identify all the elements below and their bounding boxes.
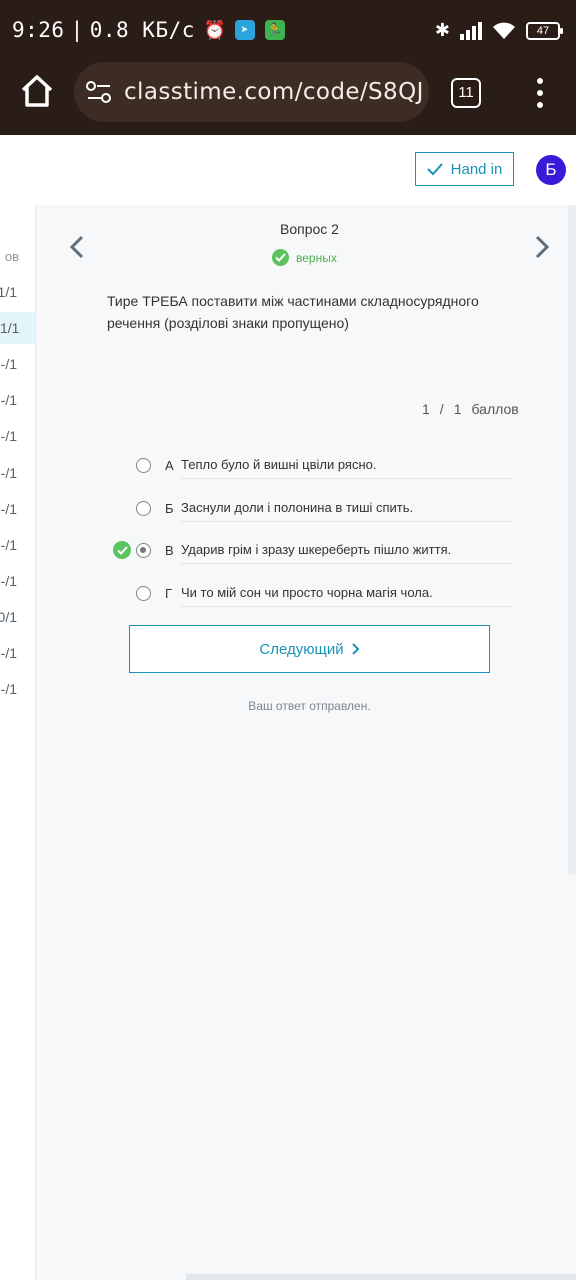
hand-in-label: Hand in (450, 160, 503, 178)
radio-button[interactable] (136, 500, 151, 516)
status-bar: 9:26 | 0.8 КБ/с ⏰ ➤ 🏃 ✱ 47 (0, 0, 576, 62)
sidebar-score-item[interactable]: 0/1 (0, 609, 17, 625)
sidebar-score-item[interactable]: -/1 (0, 428, 17, 444)
option-letter: А (165, 457, 174, 473)
telegram-icon: ➤ (234, 20, 255, 40)
points-label: баллов (471, 401, 519, 417)
sidebar-score-item[interactable]: -/1 (0, 681, 17, 697)
address-bar[interactable]: classtime.com/code/S8QJZ8/ (74, 62, 429, 122)
sidebar-score-item[interactable]: -/1 (0, 392, 17, 408)
fitness-icon: 🏃 (264, 20, 285, 40)
signal-icon (460, 21, 482, 40)
option-letter: Б (165, 500, 174, 516)
question-sidebar: ов 1/1 1/1 -/1 -/1 -/1 -/1 -/1 -/1 -/1 0… (0, 205, 36, 1280)
option-text: Заснули доли і полонина в тиші спить. (181, 494, 512, 522)
sidebar-score-item[interactable]: 1/1 (0, 284, 17, 300)
url-text[interactable]: classtime.com/code/S8QJZ8/ (124, 79, 424, 105)
answer-option[interactable]: А Тепло було й вишні цвіли рясно. (136, 450, 512, 480)
checkmark-icon (426, 163, 443, 176)
browser-chrome: 9:26 | 0.8 КБ/с ⏰ ➤ 🏃 ✱ 47 classtime.com… (0, 0, 576, 135)
bluetooth-icon: ✱ (434, 20, 450, 40)
option-text: Ударив грім і зразу шкереберть пішло жит… (181, 536, 512, 564)
sidebar-score-item-active[interactable]: 1/1 (0, 312, 35, 344)
answer-option[interactable]: Г Чи то мій сон чи просто чорна магія чо… (136, 578, 512, 608)
status-time: 9:26 (12, 18, 65, 42)
vertical-scrollbar[interactable] (568, 205, 576, 875)
answer-option-selected[interactable]: В Ударив грім і зразу шкереберть пішло ж… (136, 535, 512, 565)
question-status: верных (272, 249, 337, 266)
option-letter: Г (165, 585, 173, 601)
sidebar-heading: ов (4, 249, 19, 264)
question-text: Тире ТРЕБА поставити між частинами склад… (107, 293, 479, 331)
site-settings-icon[interactable] (86, 80, 112, 104)
sidebar-score-item[interactable]: -/1 (0, 537, 17, 553)
home-icon[interactable] (18, 72, 56, 110)
answer-option[interactable]: Б Заснули доли і полонина в тиші спить. (136, 493, 512, 523)
option-letter: В (165, 542, 174, 558)
chevron-left-icon[interactable] (66, 235, 90, 259)
points-total: 1 (453, 401, 462, 417)
chevron-right-icon (351, 643, 360, 655)
question-panel: Вопрос 2 верных Тире ТРЕБА поставити між… (36, 205, 576, 1280)
browser-menu-button[interactable] (530, 78, 550, 108)
avatar[interactable]: Б (536, 155, 566, 185)
next-label: Следующий (259, 640, 344, 658)
option-text: Чи то мій сон чи просто чорна магія чола… (181, 579, 512, 607)
next-button[interactable]: Следующий (129, 625, 490, 673)
points-separator: / (439, 401, 444, 417)
submission-note: Ваш ответ отправлен. (248, 699, 371, 713)
tab-switcher-button[interactable]: 11 (451, 78, 481, 108)
sidebar-score-item[interactable]: -/1 (0, 501, 17, 517)
status-separator: | (70, 18, 84, 42)
radio-button[interactable] (136, 585, 151, 601)
points-earned: 1 (422, 401, 430, 417)
battery-icon: 47 (526, 21, 563, 40)
chevron-right-icon[interactable] (529, 235, 553, 259)
correct-answer-icon (113, 541, 131, 559)
sidebar-score-item[interactable]: -/1 (0, 465, 17, 481)
sidebar-score-item[interactable]: -/1 (0, 356, 17, 372)
option-text: Тепло було й вишні цвіли рясно. (181, 451, 512, 479)
alarm-icon: ⏰ (203, 19, 227, 41)
question-points: 1 / 1 баллов (422, 401, 519, 417)
app-header: Hand in Б (0, 135, 576, 205)
sidebar-score-item[interactable]: -/1 (0, 645, 17, 661)
sidebar-score-item[interactable]: -/1 (0, 573, 17, 589)
wifi-icon (493, 22, 515, 39)
horizontal-scrollbar[interactable] (186, 1274, 576, 1280)
radio-button-selected[interactable] (136, 542, 151, 558)
question-title: Вопрос 2 (280, 221, 339, 237)
radio-button[interactable] (136, 457, 151, 473)
status-label: верных (296, 250, 337, 265)
hand-in-button[interactable]: Hand in (415, 152, 514, 186)
status-network-speed: 0.8 КБ/с (89, 18, 195, 42)
check-circle-icon (272, 249, 289, 266)
